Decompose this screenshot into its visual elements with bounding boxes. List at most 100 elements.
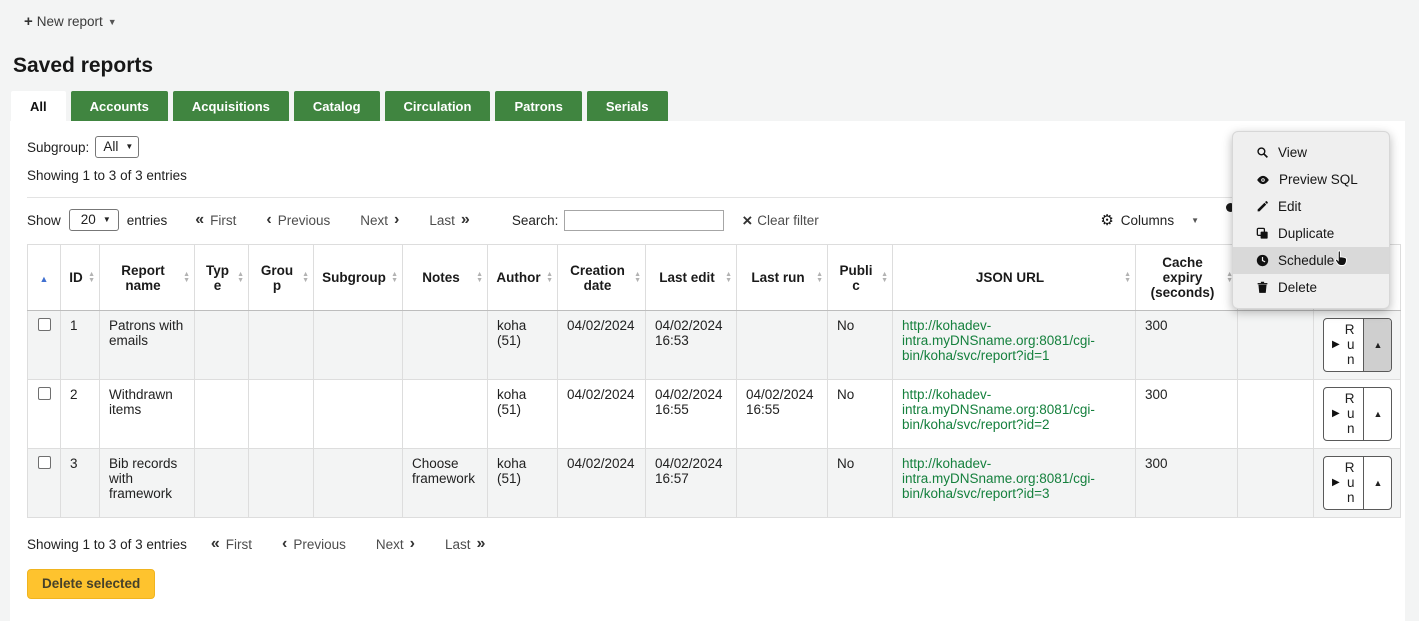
entries-summary-bottom: Showing 1 to 3 of 3 entries bbox=[27, 537, 187, 552]
table-row: 2 Withdrawn items koha (51) 04/02/2024 0… bbox=[28, 380, 1401, 449]
cell-last-run bbox=[737, 311, 828, 380]
previous-page-button[interactable]: ‹Previous bbox=[282, 536, 346, 552]
menu-item-preview-sql[interactable]: Preview SQL bbox=[1233, 166, 1389, 193]
close-icon: × bbox=[742, 212, 752, 229]
double-chevron-left-icon: « bbox=[195, 212, 204, 228]
columns-button[interactable]: ⚙ Columns ▼ bbox=[1100, 211, 1199, 229]
col-header-last-run[interactable]: Last run▲▼ bbox=[737, 245, 828, 311]
tab-acquisitions[interactable]: Acquisitions bbox=[173, 91, 289, 121]
tab-patrons[interactable]: Patrons bbox=[495, 91, 581, 121]
cell-report-name: Withdrawn items bbox=[100, 380, 195, 449]
cell-last-edit: 04/02/2024 16:55 bbox=[646, 380, 737, 449]
gear-icon: ⚙ bbox=[1100, 211, 1113, 229]
tab-catalog[interactable]: Catalog bbox=[294, 91, 380, 121]
sort-icon: ▲▼ bbox=[634, 272, 641, 284]
last-page-button[interactable]: Last» bbox=[429, 212, 469, 228]
sort-icon: ▲▼ bbox=[476, 272, 483, 284]
next-page-button[interactable]: Next› bbox=[360, 212, 399, 228]
new-report-button[interactable]: +New report▼ bbox=[24, 13, 117, 30]
col-header-author[interactable]: Author▲▼ bbox=[488, 245, 558, 311]
col-header-cache-expiry[interactable]: Cache expiry (seconds)▲▼ bbox=[1136, 245, 1238, 311]
json-url-link[interactable]: http://kohadev-intra.myDNSname.org:8081/… bbox=[902, 318, 1095, 363]
cell-author: koha (51) bbox=[488, 380, 558, 449]
cell-notes: Choose framework bbox=[403, 449, 488, 518]
run-button[interactable]: ▶Run bbox=[1324, 388, 1364, 440]
cell-empty bbox=[1238, 311, 1314, 380]
datatable-toolbar: Show 20 ▼ entries «First ‹Previous Next›… bbox=[27, 197, 1389, 235]
tab-serials[interactable]: Serials bbox=[587, 91, 668, 121]
row-checkbox[interactable] bbox=[38, 387, 51, 400]
cell-creation-date: 04/02/2024 bbox=[558, 380, 646, 449]
cell-report-name: Patrons with emails bbox=[100, 311, 195, 380]
col-header-subgroup[interactable]: Subgroup▲▼ bbox=[314, 245, 403, 311]
col-header-last-edit[interactable]: Last edit▲▼ bbox=[646, 245, 737, 311]
col-header-type[interactable]: Type▲▼ bbox=[195, 245, 249, 311]
json-url-link[interactable]: http://kohadev-intra.myDNSname.org:8081/… bbox=[902, 456, 1095, 501]
run-menu-toggle[interactable]: ▲ bbox=[1364, 319, 1391, 371]
cell-subgroup bbox=[314, 449, 403, 518]
chevron-right-icon: › bbox=[410, 536, 415, 552]
col-header-public[interactable]: Public▲▼ bbox=[828, 245, 893, 311]
cell-id: 1 bbox=[61, 311, 100, 380]
menu-item-edit[interactable]: Edit bbox=[1233, 193, 1389, 220]
run-button[interactable]: ▶Run bbox=[1324, 457, 1364, 509]
show-label: Show bbox=[27, 213, 61, 228]
col-header-json-url[interactable]: JSON URL▲▼ bbox=[893, 245, 1136, 311]
cell-public: No bbox=[828, 449, 893, 518]
run-button[interactable]: ▶Run bbox=[1324, 319, 1364, 371]
new-report-label: New report bbox=[37, 14, 103, 29]
subgroup-select[interactable]: All ▼ bbox=[95, 136, 139, 158]
pencil-icon bbox=[1256, 200, 1269, 213]
double-chevron-right-icon: » bbox=[477, 536, 486, 552]
cell-creation-date: 04/02/2024 bbox=[558, 449, 646, 518]
plus-icon: + bbox=[24, 13, 33, 30]
entries-summary-top: Showing 1 to 3 of 3 entries bbox=[27, 168, 1389, 183]
cell-last-edit: 04/02/2024 16:53 bbox=[646, 311, 737, 380]
first-page-button[interactable]: «First bbox=[195, 212, 236, 228]
next-page-button[interactable]: Next› bbox=[376, 536, 415, 552]
page-length-value: 20 bbox=[81, 212, 96, 227]
previous-page-button[interactable]: ‹Previous bbox=[266, 212, 330, 228]
search-input[interactable] bbox=[564, 210, 724, 231]
page-title: Saved reports bbox=[13, 54, 1419, 78]
sort-icon: ▲▼ bbox=[88, 272, 95, 284]
col-header-notes[interactable]: Notes▲▼ bbox=[403, 245, 488, 311]
menu-item-delete[interactable]: Delete bbox=[1233, 274, 1389, 301]
chevron-left-icon: ‹ bbox=[282, 536, 287, 552]
col-header-group[interactable]: Group▲▼ bbox=[249, 245, 314, 311]
tab-accounts[interactable]: Accounts bbox=[71, 91, 168, 121]
last-page-button[interactable]: Last» bbox=[445, 536, 485, 552]
clear-filter-button[interactable]: × Clear filter bbox=[742, 212, 818, 229]
menu-item-view[interactable]: View bbox=[1233, 139, 1389, 166]
cell-creation-date: 04/02/2024 bbox=[558, 311, 646, 380]
sort-icon: ▲▼ bbox=[302, 272, 309, 284]
run-menu-toggle[interactable]: ▲ bbox=[1364, 457, 1391, 509]
tab-all[interactable]: All bbox=[11, 91, 66, 121]
double-chevron-right-icon: » bbox=[461, 212, 470, 228]
delete-selected-button[interactable]: Delete selected bbox=[27, 569, 155, 599]
chevron-up-icon: ▲ bbox=[1373, 409, 1382, 419]
row-checkbox[interactable] bbox=[38, 318, 51, 331]
col-header-creation-date[interactable]: Creation date▲▼ bbox=[558, 245, 646, 311]
row-checkbox[interactable] bbox=[38, 456, 51, 469]
page-length-select[interactable]: 20 ▼ bbox=[69, 209, 119, 231]
menu-item-schedule[interactable]: Schedule bbox=[1233, 247, 1389, 274]
cell-cache-expiry: 300 bbox=[1136, 449, 1238, 518]
duplicate-icon bbox=[1256, 227, 1269, 240]
chevron-down-icon: ▼ bbox=[103, 215, 111, 224]
entries-label: entries bbox=[127, 213, 168, 228]
col-header-id[interactable]: ID▲▼ bbox=[61, 245, 100, 311]
cell-group bbox=[249, 311, 314, 380]
sort-icon: ▲▼ bbox=[391, 272, 398, 284]
play-icon: ▶ bbox=[1332, 477, 1340, 488]
menu-item-duplicate[interactable]: Duplicate bbox=[1233, 220, 1389, 247]
json-url-link[interactable]: http://kohadev-intra.myDNSname.org:8081/… bbox=[902, 387, 1095, 432]
chevron-up-icon: ▲ bbox=[1373, 478, 1382, 488]
tab-circulation[interactable]: Circulation bbox=[385, 91, 491, 121]
sort-icon: ▲▼ bbox=[881, 272, 888, 284]
first-page-button[interactable]: «First bbox=[211, 536, 252, 552]
col-header-select[interactable]: ▲ bbox=[28, 245, 61, 311]
report-group-tabs: All Accounts Acquisitions Catalog Circul… bbox=[11, 91, 1419, 121]
col-header-report-name[interactable]: Report name▲▼ bbox=[100, 245, 195, 311]
run-menu-toggle[interactable]: ▲ bbox=[1364, 388, 1391, 440]
